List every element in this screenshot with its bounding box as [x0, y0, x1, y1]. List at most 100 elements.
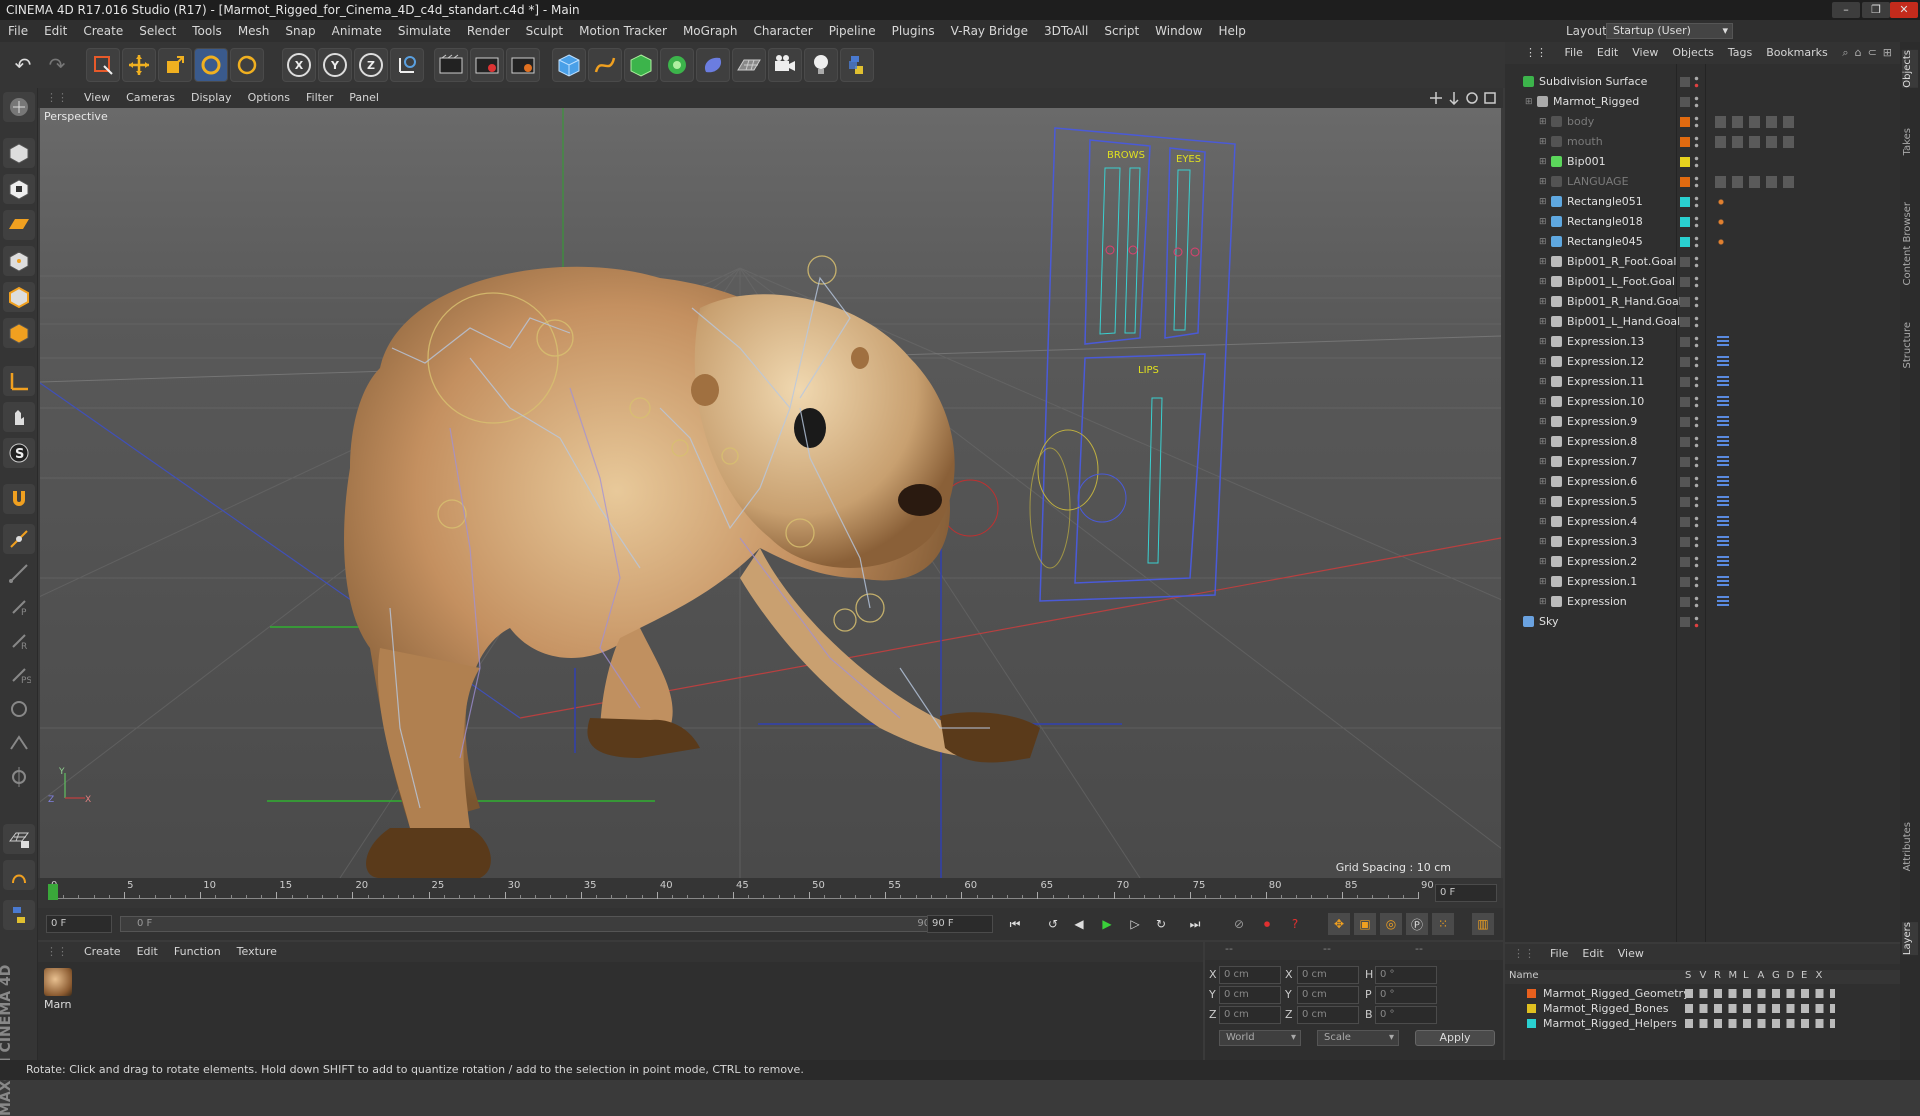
python-icon[interactable] [840, 48, 874, 82]
subdivision-surface-icon[interactable] [624, 48, 658, 82]
object-name[interactable]: Expression.2 [1567, 552, 1637, 572]
coord-value-field[interactable]: 0 cm [1297, 966, 1359, 984]
layer-swatch[interactable] [1680, 557, 1690, 567]
object-row[interactable]: ⊞ Marmot_Rigged [1505, 92, 1900, 112]
menu-window[interactable]: Window [1147, 20, 1210, 42]
object-menu-tags[interactable]: Tags [1721, 42, 1759, 64]
object-name[interactable]: Expression.13 [1567, 332, 1644, 352]
magnet-icon[interactable] [3, 484, 35, 514]
layer-swatch[interactable] [1680, 577, 1690, 587]
xpresso-tag[interactable] [1717, 476, 1729, 488]
viewport-menu-panel[interactable]: Panel [341, 88, 387, 108]
viewport-menu-cameras[interactable]: Cameras [118, 88, 183, 108]
visibility-dots[interactable] [1694, 395, 1699, 409]
tree-expander-icon[interactable]: ⊞ [1539, 572, 1547, 592]
layer-swatch[interactable] [1680, 277, 1690, 287]
object-name[interactable]: Marmot_Rigged [1553, 92, 1639, 112]
start-frame-field[interactable]: 0 F [46, 915, 112, 933]
y-axis-lock[interactable]: Y [318, 48, 352, 82]
key-position-icon[interactable]: ✥ [1328, 913, 1350, 935]
pan-icon[interactable] [1429, 91, 1443, 105]
layer-swatch[interactable] [1680, 177, 1690, 187]
object-row[interactable]: ⊞ Expression.13 [1505, 332, 1900, 352]
visibility-dots[interactable] [1694, 75, 1699, 89]
object-row[interactable]: ⊞ LANGUAGE [1505, 172, 1900, 192]
visibility-dots[interactable] [1694, 575, 1699, 589]
object-name[interactable]: Bip001_L_Foot.Goal [1567, 272, 1675, 292]
layer-menu-file[interactable]: File [1543, 947, 1575, 960]
object-row[interactable]: ⊞ Bip001_L_Foot.Goal [1505, 272, 1900, 292]
material-menu-create[interactable]: Create [76, 942, 129, 962]
end-frame-field[interactable]: 90 F [927, 915, 993, 933]
coord-value-field[interactable]: 0 ° [1375, 986, 1437, 1004]
visibility-dots[interactable] [1694, 195, 1699, 209]
tree-expander-icon[interactable]: ⊞ [1539, 272, 1547, 292]
side-tab-takes[interactable]: Takes [1902, 128, 1918, 155]
object-name[interactable]: Bip001_R_Hand.Goal [1567, 292, 1682, 312]
visibility-dots[interactable] [1694, 255, 1699, 269]
object-row[interactable]: ⊞ Expression.4 [1505, 512, 1900, 532]
apply-button[interactable]: Apply [1415, 1030, 1495, 1046]
object-name[interactable]: Bip001_R_Foot.Goal [1567, 252, 1676, 272]
tree-expander-icon[interactable]: ⊞ [1539, 212, 1547, 232]
visibility-dots[interactable] [1694, 335, 1699, 349]
current-frame-field[interactable]: 0 F [1435, 884, 1497, 902]
tree-expander-icon[interactable]: ⊞ [1539, 352, 1547, 372]
object-name[interactable]: Subdivision Surface [1539, 72, 1647, 92]
xpresso-tag[interactable] [1717, 536, 1729, 548]
coord-value-field[interactable]: 0 ° [1375, 1006, 1437, 1024]
tree-expander-icon[interactable]: ⊞ [1539, 172, 1547, 192]
layer-color[interactable] [1527, 989, 1536, 998]
visibility-dots[interactable] [1694, 595, 1699, 609]
layer-column-x[interactable]: X [1816, 970, 1823, 981]
layer-column-v[interactable]: V [1700, 970, 1707, 981]
axis-mode-icon[interactable] [3, 366, 35, 396]
layer-menu-view[interactable]: View [1611, 947, 1651, 960]
menu-plugins[interactable]: Plugins [884, 20, 943, 42]
layer-swatch[interactable] [1680, 457, 1690, 467]
render-picture-viewer-icon[interactable] [470, 48, 504, 82]
object-name[interactable]: Rectangle051 [1567, 192, 1643, 212]
rotate-bone-icon[interactable]: R [3, 626, 35, 656]
layer-swatch[interactable] [1680, 297, 1690, 307]
object-row[interactable]: ⊞ Expression.7 [1505, 452, 1900, 472]
side-tab-structure[interactable]: Structure [1902, 322, 1918, 369]
tree-expander-icon[interactable]: ⊞ [1525, 92, 1533, 112]
maximize-button[interactable]: ❐ [1862, 2, 1890, 18]
layer-column-e[interactable]: E [1801, 970, 1807, 981]
layer-swatch[interactable] [1680, 617, 1690, 627]
tree-expander-icon[interactable]: ⊞ [1539, 392, 1547, 412]
side-tab-content-browser[interactable]: Content Browser [1902, 202, 1918, 285]
layer-row[interactable]: Marmot_Rigged_Helpers [1505, 1016, 1900, 1031]
object-name[interactable]: LANGUAGE [1567, 172, 1629, 192]
bone-tool-icon[interactable] [3, 558, 35, 588]
tree-expander-icon[interactable]: ⊞ [1539, 552, 1547, 572]
visibility-dots[interactable] [1694, 135, 1699, 149]
visibility-dots[interactable] [1694, 355, 1699, 369]
joint-tool-icon[interactable] [3, 524, 35, 554]
camera-icon[interactable] [768, 48, 802, 82]
range-slider[interactable]: 0 F 90 F [120, 916, 956, 932]
paint-weights-icon[interactable]: P [3, 592, 35, 622]
object-name[interactable]: Expression.1 [1567, 572, 1637, 592]
object-menu-edit[interactable]: Edit [1590, 42, 1625, 64]
visibility-dots[interactable] [1694, 315, 1699, 329]
visibility-dots[interactable] [1694, 235, 1699, 249]
object-menu-bookmarks[interactable]: Bookmarks [1759, 42, 1834, 64]
layer-row[interactable]: Marmot_Rigged_Geometry [1505, 986, 1900, 1001]
object-row[interactable]: ⊞ Rectangle051 [1505, 192, 1900, 212]
deformer-icon[interactable] [696, 48, 730, 82]
autokey-icon[interactable]: ⏺ [1256, 913, 1278, 935]
object-row[interactable]: ⊞ Rectangle045 [1505, 232, 1900, 252]
visibility-dots[interactable] [1694, 475, 1699, 489]
redo-button[interactable]: ↷ [40, 48, 74, 82]
keyframe-selection-icon[interactable]: ? [1284, 913, 1306, 935]
layer-swatch[interactable] [1680, 517, 1690, 527]
object-name[interactable]: Bip001_L_Hand.Goal [1567, 312, 1680, 332]
object-name[interactable]: Expression.10 [1567, 392, 1644, 412]
material-name[interactable]: Marn [44, 998, 72, 1011]
home-icon[interactable]: ⌂ [1855, 46, 1862, 60]
scale-icon[interactable] [158, 48, 192, 82]
object-tags[interactable] [1715, 176, 1795, 188]
menu-edit[interactable]: Edit [36, 20, 75, 42]
